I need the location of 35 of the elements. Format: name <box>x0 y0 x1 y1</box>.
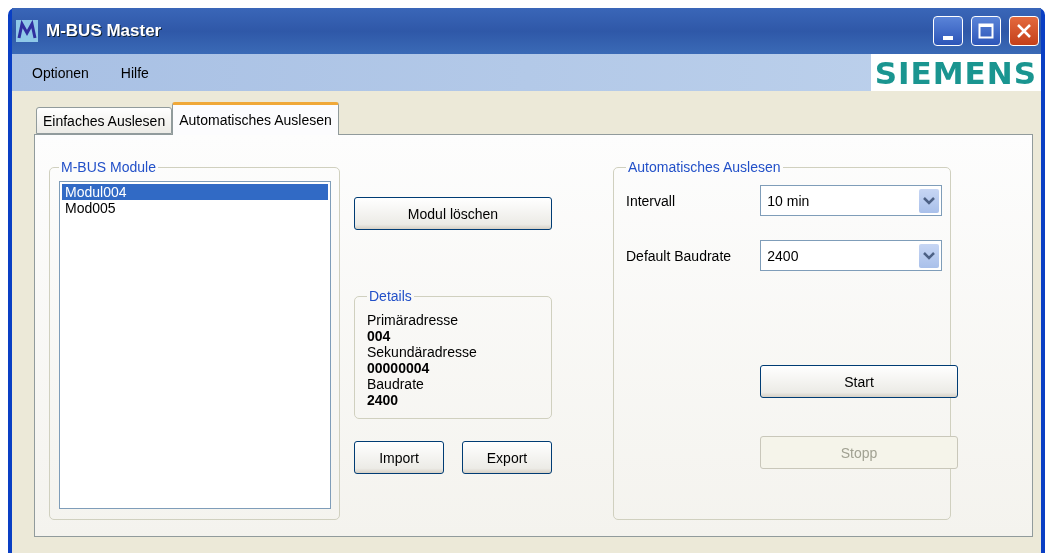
export-button[interactable]: Export <box>462 441 552 474</box>
minimize-icon <box>943 36 953 40</box>
field-label: Intervall <box>626 192 677 209</box>
maximize-icon <box>978 23 994 39</box>
detail-label: Baudrate <box>367 376 425 392</box>
maximize-button[interactable] <box>971 16 1001 46</box>
app-icon <box>16 20 38 42</box>
group-title: Details <box>368 288 413 304</box>
detail-label: Sekundäradresse <box>367 344 478 360</box>
group-title: M-BUS Module <box>60 159 157 175</box>
import-button[interactable]: Import <box>354 441 444 474</box>
detail-label: Primäradresse <box>367 312 460 328</box>
close-button[interactable] <box>1009 16 1039 46</box>
dropdown[interactable]: 10 min <box>760 185 942 216</box>
menu-item[interactable]: Optionen <box>12 64 101 81</box>
dropdown[interactable]: 2400 <box>760 240 942 271</box>
menu-item[interactable]: Hilfe <box>100 64 161 81</box>
window-title: M-BUS Master <box>46 21 163 41</box>
chevron-down-icon <box>919 243 939 268</box>
chevron-down-icon <box>919 188 939 213</box>
close-icon <box>1016 23 1032 39</box>
detail-value: 00000004 <box>367 360 431 376</box>
detail-value: 004 <box>367 328 392 344</box>
tab[interactable]: Automatisches Auslesen <box>172 102 339 135</box>
logo: SIEMENS <box>870 54 1041 91</box>
field-label: Default Baudrate <box>626 247 733 264</box>
tab[interactable]: Einfaches Auslesen <box>36 107 173 134</box>
delete-module-button[interactable]: Modul löschen <box>354 197 552 230</box>
action-button[interactable]: Start <box>760 365 958 398</box>
module-list[interactable]: Modul004 Mod005 <box>59 181 331 509</box>
minimize-button[interactable] <box>933 16 963 46</box>
detail-value: 2400 <box>367 392 400 408</box>
list-item[interactable]: Modul004 <box>62 184 328 200</box>
list-item[interactable]: Mod005 <box>62 200 328 216</box>
group-title: Automatisches Auslesen <box>627 159 782 175</box>
